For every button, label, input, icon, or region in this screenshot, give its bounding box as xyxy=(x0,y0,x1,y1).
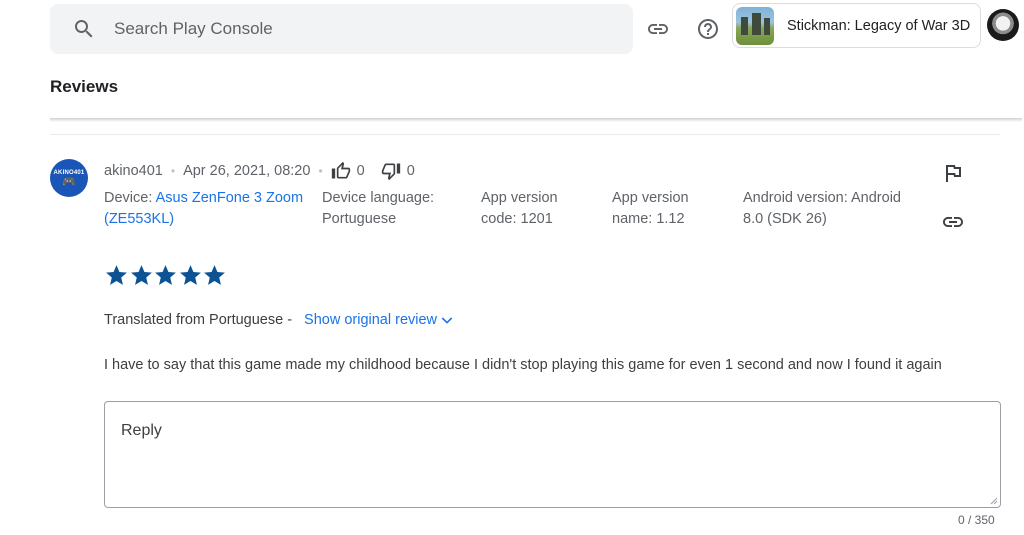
review-date: Apr 26, 2021, 08:20 xyxy=(183,163,311,179)
star-icon xyxy=(179,265,201,285)
star-icon xyxy=(106,265,127,285)
device-link-model[interactable]: (ZE553KL) xyxy=(104,211,174,227)
gamepad-icon: 🎮 xyxy=(62,175,76,188)
link-icon[interactable] xyxy=(941,210,965,234)
android-version-value: 8.0 (SDK 26) xyxy=(743,211,827,227)
thumbs-down-icon[interactable] xyxy=(381,161,401,181)
device-language-value: Portuguese xyxy=(322,211,397,227)
page: Stickman: Legacy of War 3D Reviews AKINO… xyxy=(0,0,1024,535)
device-label: Device: xyxy=(104,190,153,206)
search-icon xyxy=(75,20,93,38)
star-icon xyxy=(155,265,176,285)
android-version: Android version: Android 8.0 (SDK 26) xyxy=(743,188,901,230)
search-input[interactable] xyxy=(114,19,594,39)
chevron-down-icon xyxy=(441,317,453,324)
separator-dot: • xyxy=(318,164,323,178)
star-icon xyxy=(130,265,152,285)
translated-label: Translated from Portuguese - xyxy=(104,312,293,328)
star-rating xyxy=(104,263,227,288)
thumbs-up-count: 0 xyxy=(356,163,365,179)
page-title: Reviews xyxy=(50,77,119,96)
device-language: Device language: Portuguese xyxy=(322,188,434,230)
app-version-code-label: App version xyxy=(481,190,558,206)
app-icon xyxy=(736,6,774,45)
show-original-link[interactable]: Show original review xyxy=(304,312,455,328)
app-selector[interactable]: Stickman: Legacy of War 3D xyxy=(732,3,981,48)
app-version-name: App version name: 1.12 xyxy=(612,188,689,230)
app-version-code-value: code: 1201 xyxy=(481,211,553,227)
thumbs-down-count: 0 xyxy=(406,163,415,179)
app-name: Stickman: Legacy of War 3D xyxy=(787,17,971,34)
help-icon[interactable] xyxy=(696,17,720,41)
divider xyxy=(50,134,1000,135)
reply-box xyxy=(104,401,1001,508)
app-version-name-label: App version xyxy=(612,190,689,206)
app-version-code: App version code: 1201 xyxy=(481,188,558,230)
device-info: Device: Asus ZenFone 3 Zoom (ZE553KL) xyxy=(104,188,303,230)
translation-note: Translated from Portuguese - Show origin… xyxy=(104,312,455,328)
account-avatar[interactable] xyxy=(987,9,1019,41)
thumbs-up-icon[interactable] xyxy=(331,161,351,181)
header-shadow xyxy=(50,118,1022,122)
link-icon[interactable] xyxy=(646,17,670,41)
search-bar[interactable] xyxy=(50,4,633,54)
flag-icon[interactable] xyxy=(941,161,965,185)
show-original-label: Show original review xyxy=(304,312,438,328)
device-link[interactable]: Asus ZenFone 3 Zoom xyxy=(156,190,304,206)
resize-handle-icon[interactable] xyxy=(990,497,998,505)
reviewer-avatar: AKINO401 🎮 xyxy=(50,159,88,197)
reviewer-name: akino401 xyxy=(104,163,163,179)
separator-dot: • xyxy=(170,164,176,178)
android-version-label: Android version: Android xyxy=(743,190,901,206)
device-language-label: Device language: xyxy=(322,190,435,206)
reply-char-counter: 0 / 350 xyxy=(958,513,995,527)
reviewer-avatar-text: AKINO401 xyxy=(53,169,85,176)
review-meta: akino401 • Apr 26, 2021, 08:20 • 0 0 xyxy=(104,161,431,181)
reply-input[interactable] xyxy=(105,402,1000,507)
app-version-name-value: name: 1.12 xyxy=(612,211,685,227)
star-icon xyxy=(204,265,225,285)
review-text: I have to say that this game made my chi… xyxy=(104,357,942,373)
